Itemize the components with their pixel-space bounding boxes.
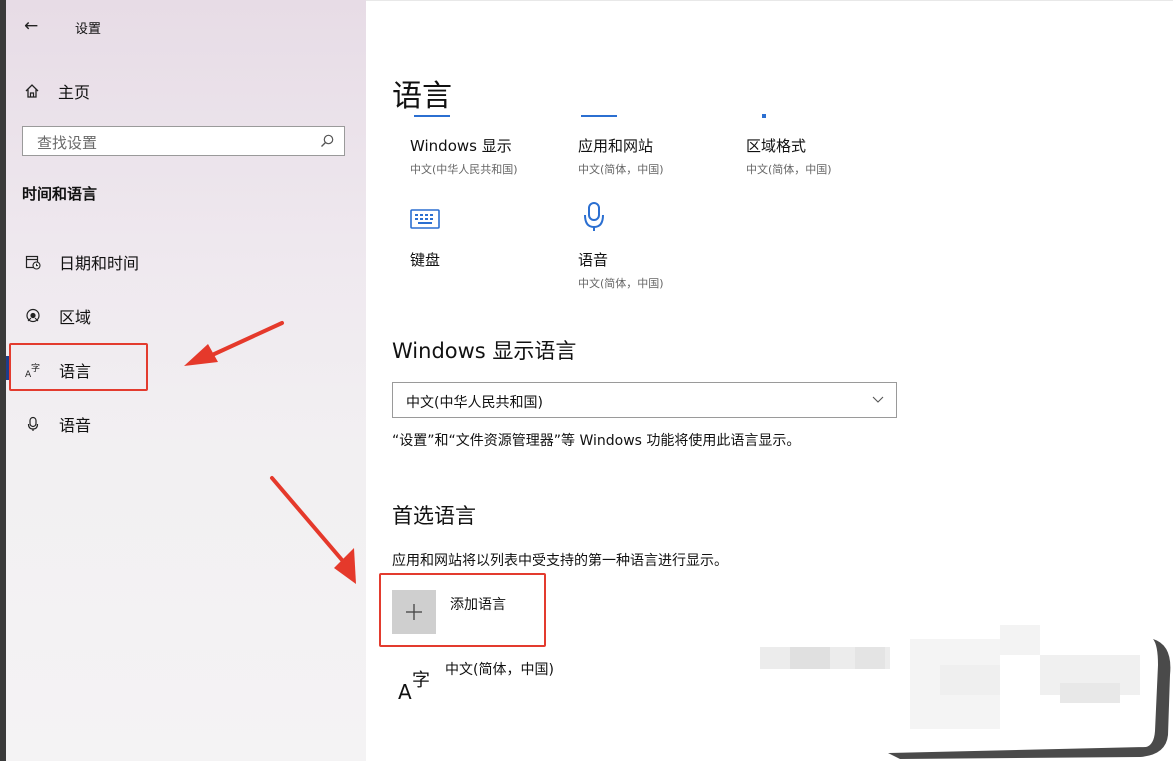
language-az-icon: A 字 (398, 670, 430, 702)
preferred-language-description: 应用和网站将以列表中受支持的第一种语言进行显示。 (392, 553, 728, 569)
pixelated-watermark (760, 625, 1173, 761)
tile-speech[interactable]: 语音 中文(简体，中国) (578, 249, 664, 291)
tile-sub: 中文(简体，中国) (746, 163, 832, 176)
home-icon (25, 84, 39, 98)
tile-name: 应用和网站 (578, 137, 654, 155)
chevron-down-icon (872, 396, 884, 403)
tile-apps-websites[interactable]: 应用和网站 中文(简体，中国) (578, 135, 664, 177)
microphone-icon (584, 202, 604, 231)
display-language-description: “设置”和“文件资源管理器”等 Windows 功能将使用此语言显示。 (392, 433, 801, 449)
tile-sub: 中文(中华人民共和国) (410, 163, 518, 176)
sidebar-item-home-label: 主页 (58, 83, 91, 102)
display-tile-icon (414, 115, 450, 117)
calendar-clock-icon (24, 253, 42, 271)
keyboard-icon (410, 209, 440, 229)
tile-name: 语音 (578, 251, 609, 269)
sidebar: ← 设置 主页 查找设置 时间和语言 日期和时间 区域 A 字 语言 语音 (0, 0, 366, 761)
window-title: 设置 (75, 22, 102, 37)
tile-name: Windows 显示 (410, 137, 512, 155)
window-edge (0, 0, 6, 761)
region-tile-icon (762, 114, 766, 118)
tile-name: 区域格式 (746, 137, 807, 155)
sidebar-item-date-time[interactable]: 日期和时间 (24, 250, 139, 274)
page-title: 语言 (392, 79, 452, 114)
tile-sub: 中文(简体，中国) (578, 163, 664, 176)
sidebar-item-label: 日期和时间 (59, 254, 140, 273)
sidebar-item-label: 区域 (59, 308, 92, 327)
back-button[interactable]: ← (24, 14, 44, 38)
svg-text:A: A (398, 680, 412, 702)
annotation-arrow-add (270, 476, 356, 584)
display-language-value: 中文(中华人民共和国) (406, 395, 543, 411)
search-placeholder: 查找设置 (37, 134, 98, 152)
back-arrow-icon: ← (24, 16, 39, 36)
sidebar-item-speech[interactable]: 语音 (24, 412, 91, 436)
preferred-language-item[interactable]: 中文(简体，中国) (445, 659, 554, 679)
apps-tile-icon (581, 115, 617, 117)
display-language-select[interactable]: 中文(中华人民共和国) (392, 382, 897, 418)
tile-sub: 中文(简体，中国) (578, 277, 664, 290)
language-highlight-box (9, 343, 148, 391)
display-language-heading: Windows 显示语言 (392, 339, 577, 363)
tile-regional-format[interactable]: 区域格式 中文(简体，中国) (746, 135, 832, 177)
add-language-highlight-box (379, 573, 546, 647)
sidebar-item-home[interactable]: 主页 (24, 79, 90, 103)
tile-keyboard[interactable]: 键盘 (410, 249, 440, 270)
microphone-icon (24, 415, 42, 433)
svg-text:字: 字 (412, 670, 430, 691)
tile-windows-display[interactable]: Windows 显示 中文(中华人民共和国) (410, 135, 518, 177)
search-icon[interactable] (319, 133, 335, 149)
top-divider (366, 0, 1173, 1)
globe-region-icon (24, 307, 42, 325)
sidebar-item-region[interactable]: 区域 (24, 304, 91, 328)
tile-name: 键盘 (410, 251, 441, 269)
preferred-language-heading: 首选语言 (392, 504, 476, 528)
annotation-arrow-sidebar (184, 321, 284, 366)
search-input[interactable]: 查找设置 (22, 126, 345, 156)
section-title: 时间和语言 (22, 185, 98, 203)
sidebar-item-label: 语音 (59, 416, 92, 435)
